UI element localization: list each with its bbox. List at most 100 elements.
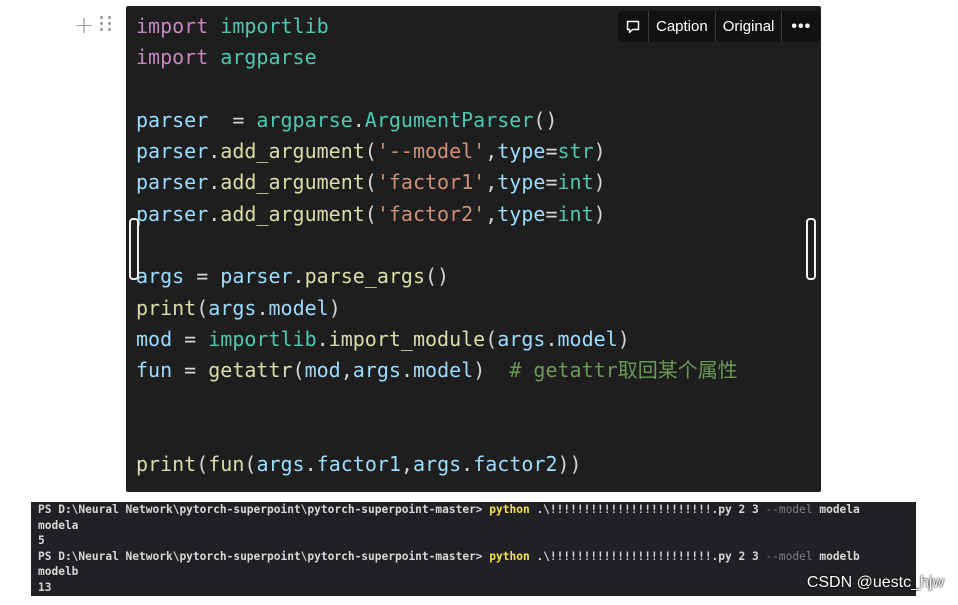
code-line: import argparse — [136, 42, 738, 73]
code-token: ( — [364, 139, 377, 164]
code-token: model — [268, 295, 329, 320]
code-token: print — [136, 295, 197, 320]
code-token: ) — [328, 295, 341, 320]
code-token: . — [400, 358, 413, 383]
code-token: importlib — [220, 14, 329, 38]
code-token: ) — [593, 139, 606, 164]
code-token: model — [412, 358, 474, 383]
code-token: . — [208, 201, 221, 226]
terminal-line: modelb — [38, 564, 860, 580]
code-token: . — [256, 295, 269, 320]
code-token: . — [208, 170, 221, 195]
code-token: = — [545, 139, 558, 164]
block-handles: + — [74, 12, 112, 38]
code-token: args — [352, 358, 401, 383]
original-button[interactable]: Original — [716, 11, 783, 42]
terminal-token: python — [489, 549, 530, 563]
terminal-token: --model — [765, 503, 813, 516]
code-block[interactable]: import importlib import argparse parser =… — [126, 6, 821, 492]
code-token: , — [400, 452, 413, 477]
code-token: , — [485, 139, 498, 164]
comment-icon[interactable] — [618, 11, 649, 42]
terminal-token: .\!!!!!!!!!!!!!!!!!!!!!!!!.py 2 3 — [529, 503, 766, 516]
code-token: importlib — [208, 326, 317, 351]
code-token: getattr — [208, 358, 293, 383]
code-token: ) — [617, 326, 630, 351]
code-token: add_argument — [220, 170, 365, 195]
terminal-line: PS D:\Neural Network\pytorch-superpoint\… — [38, 549, 860, 565]
code-token: parser — [136, 170, 209, 195]
code-token: mod — [304, 358, 341, 383]
code-token: add_argument — [220, 201, 365, 226]
code-token: fun — [136, 358, 173, 383]
code-token: ( — [485, 326, 498, 351]
code-token: str — [557, 139, 594, 164]
code-token: args — [208, 295, 257, 320]
drag-handle-icon[interactable] — [100, 16, 112, 34]
code-token: add_argument — [220, 139, 365, 164]
code-token: model — [557, 326, 618, 351]
code-line: parser.add_argument('factor1',type=int) — [136, 167, 738, 198]
code-token: # getattr取回某个属性 — [509, 358, 738, 383]
code-line: parser = argparse.ArgumentParser() — [136, 105, 738, 136]
terminal-text: PS D:\Neural Network\pytorch-superpoint\… — [38, 502, 860, 596]
code-token: args — [256, 452, 305, 477]
code-token: parser — [220, 264, 293, 289]
code-token: 'factor2' — [376, 201, 486, 226]
code-line: mod = importlib.import_module(args.model… — [136, 324, 738, 355]
code-token: type — [497, 170, 546, 195]
code-token: ( — [364, 201, 377, 226]
resize-handle-left[interactable] — [129, 218, 139, 280]
terminal-line: 5 — [38, 533, 860, 549]
code-token: args — [136, 264, 185, 289]
plus-icon[interactable]: + — [74, 13, 94, 37]
code-token: ) — [593, 170, 606, 195]
terminal-token: modela — [38, 518, 79, 532]
code-token: . — [304, 452, 317, 477]
code-token: import — [136, 45, 209, 70]
code-content: import importlib import argparse parser =… — [136, 11, 738, 480]
code-token: = — [545, 170, 558, 195]
code-token: = — [184, 264, 221, 289]
code-token: ( — [292, 358, 305, 383]
terminal-token: 5 — [38, 534, 45, 548]
code-token: = — [172, 358, 209, 383]
code-line: print(args.model) — [136, 293, 738, 324]
code-token: ArgumentParser — [364, 107, 534, 132]
terminal-output: PS D:\Neural Network\pytorch-superpoint\… — [31, 502, 916, 596]
terminal-token: modelb — [38, 565, 79, 579]
code-line: fun = getattr(mod,args.model) # getattr取… — [136, 355, 738, 386]
code-token: ( — [196, 452, 209, 477]
terminal-token: python — [489, 503, 530, 516]
resize-handle-right[interactable] — [806, 218, 816, 280]
code-token: , — [340, 358, 353, 383]
terminal-token: PS D:\Neural Network\pytorch-superpoint\… — [38, 503, 490, 516]
terminal-token: --model — [765, 549, 813, 563]
terminal-line: 13 — [38, 580, 860, 596]
code-token: , — [485, 170, 498, 195]
code-token: int — [557, 170, 594, 195]
image-toolbar: Caption Original ••• — [618, 11, 821, 42]
code-token: parser — [136, 201, 209, 226]
watermark: CSDN @uestc_hjw — [806, 574, 944, 591]
code-token: '--model' — [376, 139, 486, 164]
code-token: argparse — [256, 107, 353, 132]
code-token: factor2 — [473, 452, 558, 477]
code-token: . — [316, 326, 329, 351]
code-token: parser — [136, 107, 209, 132]
code-token: args — [413, 452, 462, 477]
code-token: ( — [244, 452, 257, 477]
more-options-icon[interactable]: ••• — [782, 11, 820, 42]
code-token: , — [485, 201, 498, 226]
caption-button[interactable]: Caption — [649, 11, 716, 42]
code-token: = — [545, 201, 558, 226]
code-line: print(fun(args.factor1,args.factor2)) — [136, 449, 738, 480]
code-token: type — [497, 201, 546, 226]
code-token: () — [533, 107, 558, 132]
code-token: ( — [364, 170, 377, 195]
code-token: ) — [473, 358, 510, 383]
